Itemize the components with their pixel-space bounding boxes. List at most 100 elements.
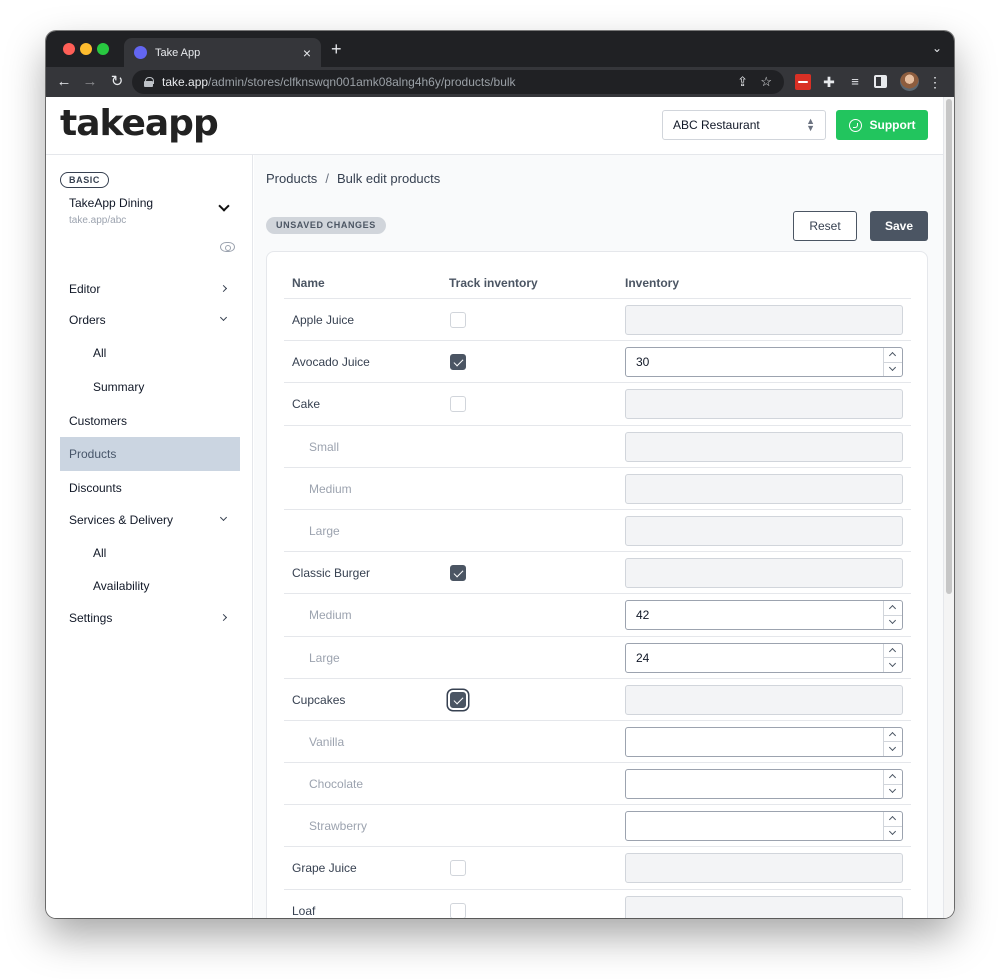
inventory-input[interactable]	[625, 769, 903, 800]
tab-title: Take App	[155, 46, 201, 59]
sidebar-item-services-all[interactable]: All	[60, 536, 240, 570]
inventory-input[interactable]: 42	[625, 600, 903, 631]
variant-name: Medium	[309, 481, 352, 496]
tab-strip: Take App × + ⌄	[46, 31, 954, 67]
number-stepper-icon[interactable]	[883, 727, 902, 756]
tab-search-chevron-icon[interactable]: ⌄	[932, 41, 942, 55]
table-row: Small	[284, 426, 911, 468]
browser-window: Take App × + ⌄ ← → ↻ take.app/admin/stor…	[46, 31, 954, 918]
sidebar-item-availability[interactable]: Availability	[60, 569, 240, 603]
table-row: Grape Juice	[284, 847, 911, 890]
favicon-icon	[134, 46, 147, 59]
inventory-input	[625, 853, 903, 884]
track-inventory-checkbox[interactable]	[450, 565, 466, 582]
inventory-input	[625, 431, 903, 462]
table-row: Avocado Juice 30	[284, 341, 911, 384]
breadcrumb-separator: /	[325, 171, 329, 186]
sidebar-item-label: Settings	[69, 611, 113, 625]
scrollbar-thumb[interactable]	[946, 99, 952, 594]
sidebar-item-label: Services & Delivery	[69, 513, 174, 527]
table-row: Large 24	[284, 637, 911, 679]
inventory-input	[625, 558, 903, 589]
sidebar-item-label: Summary	[93, 380, 145, 394]
store-select[interactable]: ABC Restaurant ▲ ▼	[662, 110, 826, 140]
address-bar[interactable]: take.app/admin/stores/clfknswqn001amk08a…	[132, 70, 784, 94]
inventory-input[interactable]	[625, 811, 903, 842]
reading-list-icon[interactable]: ≡	[847, 74, 863, 90]
sidebar-item-editor[interactable]: Editor	[60, 272, 240, 306]
inventory-input	[625, 895, 903, 918]
sidebar-item-orders[interactable]: Orders	[60, 303, 240, 337]
variant-name: Vanilla	[309, 734, 345, 749]
more-menu-icon[interactable]: ⋮	[928, 72, 942, 92]
close-window-button[interactable]	[63, 43, 75, 55]
reset-button[interactable]: Reset	[793, 211, 857, 241]
number-stepper-icon[interactable]	[883, 812, 902, 841]
table-row: Cake	[284, 383, 911, 426]
reload-icon[interactable]: ↻	[107, 72, 127, 92]
number-stepper-icon[interactable]	[883, 601, 902, 630]
inventory-input	[625, 473, 903, 504]
sidebar-item-services-delivery[interactable]: Services & Delivery	[60, 503, 240, 537]
new-tab-icon[interactable]: +	[331, 39, 342, 59]
track-inventory-checkbox[interactable]	[450, 396, 466, 413]
table-row: Medium	[284, 468, 911, 510]
number-stepper-icon[interactable]	[883, 643, 902, 672]
app-header: takeapp ABC Restaurant ▲ ▼ Support	[46, 97, 943, 155]
sidebar-item-products[interactable]: Products	[60, 437, 240, 471]
chevron-down-icon	[219, 513, 228, 522]
number-stepper-icon[interactable]	[883, 770, 902, 799]
product-name: Avocado Juice	[292, 355, 370, 370]
tab-close-icon[interactable]: ×	[303, 46, 311, 60]
track-inventory-checkbox[interactable]	[450, 312, 466, 328]
track-inventory-checkbox[interactable]	[450, 691, 466, 708]
number-stepper-icon[interactable]	[883, 348, 902, 377]
breadcrumb-products[interactable]: Products	[266, 171, 317, 186]
table-row: Chocolate	[284, 763, 911, 806]
table-row: Apple Juice	[284, 299, 911, 342]
forward-arrow-icon[interactable]: →	[80, 72, 100, 92]
minimize-window-button[interactable]	[80, 43, 92, 55]
store-name[interactable]: TakeApp Dining	[69, 196, 153, 210]
sidebar-item-orders-all[interactable]: All	[60, 336, 240, 370]
table-row: Vanilla	[284, 721, 911, 764]
zoom-window-button[interactable]	[97, 43, 109, 55]
inventory-input[interactable]	[625, 726, 903, 757]
column-header-name: Name	[292, 276, 325, 290]
browser-tab[interactable]: Take App ×	[124, 38, 321, 67]
products-table: Name Track inventory Inventory Apple Jui…	[284, 252, 911, 918]
sidebar-item-discounts[interactable]: Discounts	[60, 471, 240, 505]
track-inventory-checkbox[interactable]	[450, 902, 466, 918]
inventory-input[interactable]: 30	[625, 347, 903, 378]
share-icon[interactable]: ⇪	[737, 70, 748, 94]
products-card: Name Track inventory Inventory Apple Jui…	[266, 251, 928, 918]
back-arrow-icon[interactable]: ←	[54, 72, 74, 92]
save-button[interactable]: Save	[870, 211, 928, 241]
track-inventory-checkbox[interactable]	[450, 354, 466, 371]
bookmark-star-icon[interactable]: ☆	[760, 70, 772, 94]
extensions-puzzle-icon[interactable]: ✚	[821, 74, 837, 90]
sidebar-item-settings[interactable]: Settings	[60, 601, 240, 635]
store-url: take.app/abc	[69, 215, 127, 226]
chevron-right-icon	[219, 284, 228, 293]
select-updown-icon: ▲ ▼	[806, 116, 815, 133]
extension-icon[interactable]	[795, 74, 811, 90]
track-inventory-checkbox[interactable]	[450, 860, 466, 877]
logo[interactable]: takeapp	[60, 103, 219, 144]
chevron-down-icon[interactable]	[218, 202, 230, 214]
sidebar: BASIC TakeApp Dining take.app/abc Editor…	[46, 155, 253, 918]
sidebar-item-label: Editor	[69, 282, 101, 296]
table-row: Large	[284, 510, 911, 553]
inventory-input	[625, 684, 903, 715]
side-panel-icon[interactable]	[874, 75, 887, 88]
sidebar-item-customers[interactable]: Customers	[60, 404, 240, 438]
inventory-input[interactable]: 24	[625, 642, 903, 673]
page-scrollbar[interactable]	[943, 97, 954, 918]
sidebar-item-label: Orders	[69, 313, 106, 327]
variant-name: Medium	[309, 608, 352, 623]
profile-avatar[interactable]	[900, 72, 919, 91]
eye-icon[interactable]	[220, 242, 235, 252]
product-name: Cupcakes	[292, 692, 346, 707]
sidebar-item-orders-summary[interactable]: Summary	[60, 370, 240, 404]
support-button[interactable]: Support	[836, 110, 928, 140]
